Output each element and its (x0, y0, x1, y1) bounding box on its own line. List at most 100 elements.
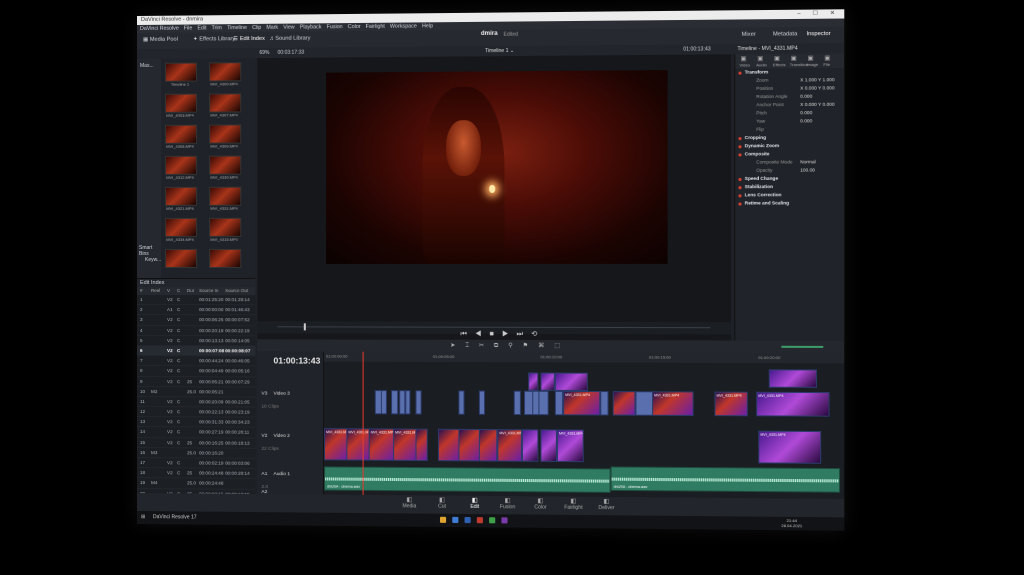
inspector-tab-label[interactable]: Transition (790, 62, 808, 67)
inspector-tab-icon[interactable]: ▣ (757, 55, 763, 62)
video-clip[interactable]: MVI_4331.MP4 (324, 428, 349, 461)
edit-index-row[interactable]: 5 V2 C 00:00:13:13 00:00:14:05 (137, 335, 256, 347)
explorer-icon[interactable] (439, 516, 447, 523)
media-clip[interactable]: MVI_4308.MP4 (164, 124, 198, 149)
media-clip[interactable]: MVI_4334.MP4 (164, 217, 198, 242)
section-enable-dot[interactable] (738, 177, 742, 181)
section-enable-dot[interactable] (738, 193, 742, 197)
video-clip[interactable] (380, 390, 387, 415)
video-clip[interactable]: MVI_4331.MP4 (758, 430, 822, 464)
edit-index-row[interactable]: 4 V2 C 00:00:20:19 00:00:22:19 (137, 325, 256, 337)
media-clip[interactable]: Timeline 1 (164, 62, 198, 87)
zoom-level[interactable]: 69% (259, 48, 269, 58)
property-value[interactable]: X 0.000 Y 0.000 (800, 84, 834, 92)
video-clip[interactable]: MVI_4331.MP4 (556, 429, 584, 463)
media-clip[interactable]: MVI_4300.MP4 (209, 62, 242, 86)
media-clip[interactable]: MVI_4315.MP4 (209, 217, 242, 242)
video-clip[interactable] (458, 390, 465, 415)
edit-index-row[interactable]: 8 V2 C 00:00:04:49 00:00:05:16 (137, 366, 256, 377)
edit-index-row[interactable]: 11 V2 C 00:00:20:09 00:00:21:05 (137, 396, 256, 408)
app-icon[interactable] (501, 517, 508, 524)
video-clip[interactable] (478, 429, 498, 462)
edit-index-column-header[interactable]: V (167, 287, 170, 295)
video-clip[interactable] (391, 390, 399, 415)
menu-item[interactable]: Timeline (227, 25, 247, 31)
video-clip[interactable] (538, 390, 549, 416)
video-clip[interactable] (768, 369, 817, 388)
video-clip[interactable] (513, 390, 521, 416)
windows-start-icon[interactable]: ⊞ (141, 514, 145, 520)
edit-index-row[interactable]: 14 V2 C 00:00:27:19 00:00:28:11 (137, 427, 256, 439)
media-clip[interactable] (209, 248, 242, 272)
video-clip[interactable] (554, 372, 588, 392)
clock[interactable]: 21:44 28.04.2021 (781, 518, 802, 528)
zoom-slider[interactable] (781, 345, 824, 348)
property-value[interactable]: 0.000 (800, 109, 812, 117)
inspector-tab-label[interactable]: Video (739, 62, 750, 67)
section-enable-dot[interactable] (738, 185, 742, 189)
edit-index-column-header[interactable]: C (177, 287, 180, 295)
property-value[interactable]: 0.000 (800, 93, 812, 101)
edit-index-row[interactable]: 7 V2 C 00:00:44:24 00:00:46:05 (137, 356, 256, 367)
section-enable-dot[interactable] (738, 136, 742, 140)
word-icon[interactable] (464, 516, 471, 524)
taskbar-app-label[interactable]: DaVinci Resolve 17 (153, 514, 197, 520)
inspector-tab-label[interactable]: Audio (756, 62, 767, 67)
video-clip[interactable]: MVI_4331.MP4 (652, 391, 694, 416)
edit-index-button[interactable]: ☰ Edit Index (233, 36, 265, 42)
media-clip[interactable]: MVI_4321.MP4 (164, 186, 198, 211)
timeline-lanes[interactable]: 01:00:00:00 01:00:05:00 01:00:10:00 01:00:1… (324, 351, 845, 499)
page-tab-edit[interactable]: ◧ Edit (459, 497, 490, 510)
track-header[interactable]: V2 Video 2 22 Clips (257, 432, 323, 471)
video-clip[interactable]: MVI_4331.MP4 (393, 428, 418, 461)
video-clip[interactable] (540, 372, 555, 391)
audio-clip[interactable]: dnUSA - cinema.wav (610, 466, 841, 493)
edit-index-column-header[interactable]: Source In (199, 287, 218, 295)
edit-index-column-header[interactable]: Source Out (225, 287, 248, 295)
media-pool-button[interactable]: ▦ Media Pool (143, 37, 178, 43)
edit-tools[interactable]: ➤ ⌶ ✂ ⧉ ⚲ ⚑ ⌘ ⬚ (450, 342, 564, 350)
edit-index-row[interactable]: 3 V2 C 00:00:06:25 00:00:07:52 (137, 315, 256, 326)
menu-item[interactable]: Playback (300, 24, 322, 30)
page-tab-media[interactable]: ◧ Media (394, 496, 425, 509)
video-clip[interactable] (405, 390, 411, 415)
page-tab-deliver[interactable]: ◧ Deliver (591, 498, 622, 511)
menu-item[interactable]: Clip (252, 25, 261, 31)
video-clip[interactable] (528, 372, 539, 391)
menu-item[interactable]: Trim (212, 25, 222, 31)
browser-icon[interactable] (452, 516, 459, 524)
inspector-tab-icon[interactable]: ▣ (774, 55, 780, 62)
media-clip[interactable]: MVI_4331.MP4 (209, 186, 242, 211)
timeline-selector[interactable]: Timeline 1 ⌄ (485, 46, 514, 56)
edit-index-row[interactable]: 13 V2 C 00:00:31:33 00:00:34:23 (137, 417, 256, 429)
video-clip[interactable] (600, 391, 609, 416)
media-clip[interactable]: MVI_4312.MP4 (164, 155, 198, 180)
effects-library-button[interactable]: ✦ Effects Library (193, 36, 235, 42)
menu-item[interactable]: File (184, 25, 193, 31)
track-header[interactable]: V3 Video 3 10 Clips (257, 390, 323, 429)
inspector-section[interactable]: Retime and Scaling (735, 199, 844, 207)
media-clip[interactable] (164, 248, 198, 272)
video-clip[interactable] (554, 390, 564, 416)
keywords-bin[interactable]: Keyw... (145, 257, 161, 263)
edit-index-column-header[interactable]: Reel (151, 287, 160, 295)
video-clip[interactable] (415, 390, 422, 415)
property-value[interactable]: X 1.000 Y 1.000 (800, 76, 834, 84)
page-tab-fairlight[interactable]: ◧ Fairlight (558, 498, 589, 511)
menu-item[interactable]: Color (348, 24, 361, 30)
menu-item[interactable]: Workspace (390, 23, 417, 29)
spotify-icon[interactable] (489, 517, 496, 524)
inspector-tab-icon[interactable]: ▣ (824, 55, 830, 62)
video-clip[interactable] (521, 429, 539, 462)
video-clip[interactable] (415, 428, 428, 462)
video-clip[interactable]: MVI_4331.MP4 (368, 428, 396, 461)
video-clip[interactable]: MVI_4331.MP4 (714, 391, 748, 417)
playhead[interactable] (362, 351, 364, 495)
video-clip[interactable]: MVI_4331.MP4 (497, 429, 522, 462)
inspector-tab-label[interactable]: Image (806, 62, 818, 67)
property-value[interactable]: 0.000 (800, 117, 812, 125)
property-value[interactable]: X 0.000 Y 0.000 (800, 101, 834, 109)
edit-index-row[interactable]: 10 M2 25.0 00:00:05:21 (137, 386, 256, 398)
menu-item[interactable]: Help (422, 23, 433, 29)
video-clip[interactable] (540, 429, 557, 462)
